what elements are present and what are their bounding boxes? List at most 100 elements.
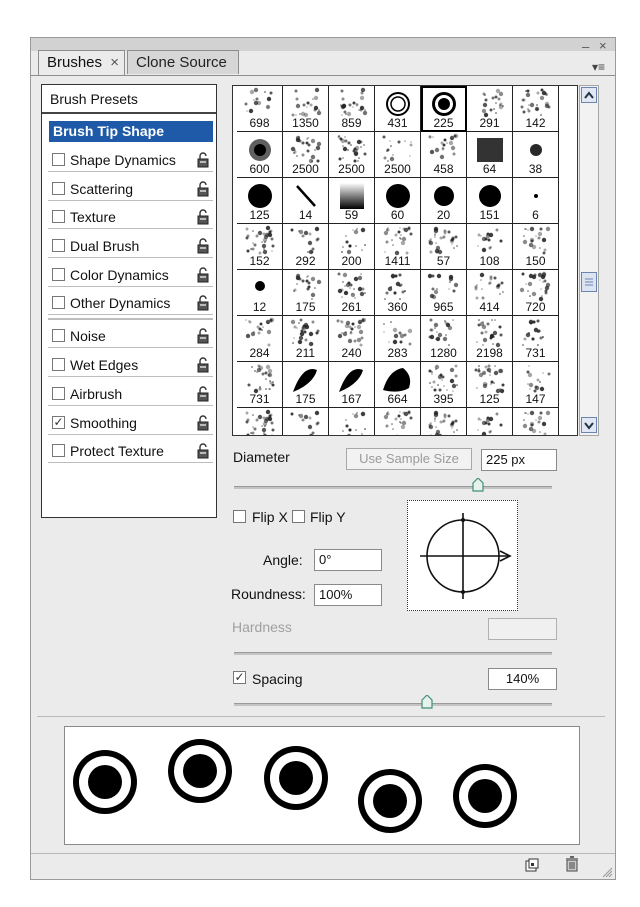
brush-preset-cell[interactable]: 147 (513, 362, 559, 408)
brush-presets-item[interactable]: Brush Presets (42, 85, 216, 114)
tab-brushes[interactable]: Brushes × (38, 50, 125, 76)
brush-preset-cell[interactable]: 859 (329, 86, 375, 132)
brush-preset-cell[interactable]: 283 (375, 316, 421, 362)
spacing-slider-track[interactable] (234, 703, 552, 706)
diameter-slider-track[interactable] (234, 486, 552, 489)
option-protect-texture[interactable]: Protect Texture (48, 440, 213, 462)
option-texture[interactable]: Texture (48, 206, 213, 228)
brush-preset-cell[interactable]: 1280 (421, 316, 467, 362)
brush-preset-cell[interactable]: 167 (329, 362, 375, 408)
brush-preset-cell[interactable]: 731 (513, 316, 559, 362)
brush-preset-cell[interactable] (237, 408, 283, 435)
wet-edges-checkbox[interactable] (52, 358, 65, 371)
brush-preset-cell[interactable]: 150 (513, 224, 559, 270)
brush-preset-cell[interactable]: 151 (467, 178, 513, 224)
protect-texture-checkbox[interactable] (52, 444, 65, 457)
brush-preset-cell[interactable] (329, 408, 375, 435)
noise-checkbox[interactable] (52, 329, 65, 342)
brush-preset-cell[interactable]: 12 (237, 270, 283, 316)
flip-x-checkbox[interactable] (232, 508, 251, 528)
brush-preset-cell[interactable]: 108 (467, 224, 513, 270)
lock-icon[interactable] (196, 152, 210, 168)
brush-preset-cell[interactable]: 240 (329, 316, 375, 362)
option-scattering[interactable]: Scattering (48, 178, 213, 200)
angle-roundness-preview[interactable] (407, 500, 518, 611)
scroll-up-button[interactable] (581, 87, 597, 103)
brush-preset-cell[interactable]: 965 (421, 270, 467, 316)
option-airbrush[interactable]: Airbrush (48, 383, 213, 405)
brush-preset-cell[interactable]: 261 (329, 270, 375, 316)
brush-preset-cell[interactable]: 125 (467, 362, 513, 408)
brush-preset-cell[interactable]: 395 (421, 362, 467, 408)
brush-preset-cell[interactable]: 2500 (375, 132, 421, 178)
angle-field[interactable]: 0° (314, 549, 382, 571)
brush-preset-cell[interactable]: 284 (237, 316, 283, 362)
brush-preset-cell[interactable]: 292 (283, 224, 329, 270)
option-smoothing[interactable]: ✓ Smoothing (48, 412, 213, 434)
brush-preset-cell[interactable]: 731 (237, 362, 283, 408)
brush-preset-cell[interactable]: 2500 (329, 132, 375, 178)
option-shape-dynamics[interactable]: Shape Dynamics (48, 149, 213, 171)
brush-preset-cell[interactable] (421, 408, 467, 435)
other-dynamics-checkbox[interactable] (52, 296, 65, 309)
smoothing-checkbox[interactable]: ✓ (52, 416, 65, 429)
brush-preset-cell[interactable]: 200 (329, 224, 375, 270)
lock-icon[interactable] (196, 238, 210, 254)
scroll-thumb[interactable] (581, 272, 597, 292)
brush-preset-cell[interactable]: 414 (467, 270, 513, 316)
brush-preset-cell[interactable]: 1411 (375, 224, 421, 270)
scattering-checkbox[interactable] (52, 182, 65, 195)
brush-tip-shape-item[interactable]: Brush Tip Shape (49, 121, 213, 142)
brush-preset-cell[interactable] (467, 408, 513, 435)
brush-preset-cell[interactable]: 720 (513, 270, 559, 316)
color-dynamics-checkbox[interactable] (52, 268, 65, 281)
shape-dynamics-checkbox[interactable] (52, 153, 65, 166)
texture-checkbox[interactable] (52, 210, 65, 223)
brush-preset-cell[interactable]: 60 (375, 178, 421, 224)
lock-icon[interactable] (196, 267, 210, 283)
brush-preset-cell[interactable] (283, 408, 329, 435)
spacing-checkbox[interactable]: ✓ (232, 669, 250, 687)
brush-preset-cell[interactable]: 6 (513, 178, 559, 224)
option-wet-edges[interactable]: Wet Edges (48, 354, 213, 376)
brush-preset-cell[interactable] (513, 408, 559, 435)
diameter-slider-knob[interactable] (472, 478, 484, 492)
lock-icon[interactable] (196, 415, 210, 431)
lock-icon[interactable] (196, 209, 210, 225)
lock-icon[interactable] (196, 357, 210, 373)
diameter-field[interactable]: 225 px (481, 449, 557, 471)
brush-preset-cell[interactable]: 59 (329, 178, 375, 224)
option-dual-brush[interactable]: Dual Brush (48, 235, 213, 257)
option-noise[interactable]: Noise (48, 325, 213, 347)
trash-icon[interactable] (565, 856, 579, 872)
option-color-dynamics[interactable]: Color Dynamics (48, 264, 213, 286)
lock-icon[interactable] (196, 328, 210, 344)
brush-preset-cell[interactable]: 175 (283, 362, 329, 408)
airbrush-checkbox[interactable] (52, 387, 65, 400)
brush-preset-cell[interactable]: 142 (513, 86, 559, 132)
brush-preset-cell[interactable]: 360 (375, 270, 421, 316)
dual-brush-checkbox[interactable] (52, 239, 65, 252)
spacing-slider-knob[interactable] (421, 695, 433, 709)
lock-icon[interactable] (196, 181, 210, 197)
brush-preset-cell[interactable]: 20 (421, 178, 467, 224)
tab-close-icon[interactable]: × (110, 54, 119, 71)
brush-preset-cell[interactable]: 38 (513, 132, 559, 178)
lock-icon[interactable] (196, 295, 210, 311)
option-other-dynamics[interactable]: Other Dynamics (48, 292, 213, 314)
brush-preset-cell[interactable]: 175 (283, 270, 329, 316)
brush-preset-cell[interactable]: 2500 (283, 132, 329, 178)
tab-clone-source[interactable]: Clone Source (127, 50, 239, 74)
brush-preset-cell[interactable]: 458 (421, 132, 467, 178)
brush-preset-cell[interactable]: 2198 (467, 316, 513, 362)
roundness-field[interactable]: 100% (314, 584, 382, 606)
brush-preset-cell[interactable]: 698 (237, 86, 283, 132)
new-brush-icon[interactable] (525, 858, 539, 872)
brush-preset-cell[interactable]: 600 (237, 132, 283, 178)
brush-preset-cell[interactable]: 64 (467, 132, 513, 178)
scroll-down-button[interactable] (581, 417, 597, 433)
brush-preset-cell[interactable]: 211 (283, 316, 329, 362)
spacing-field[interactable]: 140% (488, 668, 557, 690)
brush-preset-cell[interactable]: 14 (283, 178, 329, 224)
brush-preset-cell[interactable]: 152 (237, 224, 283, 270)
